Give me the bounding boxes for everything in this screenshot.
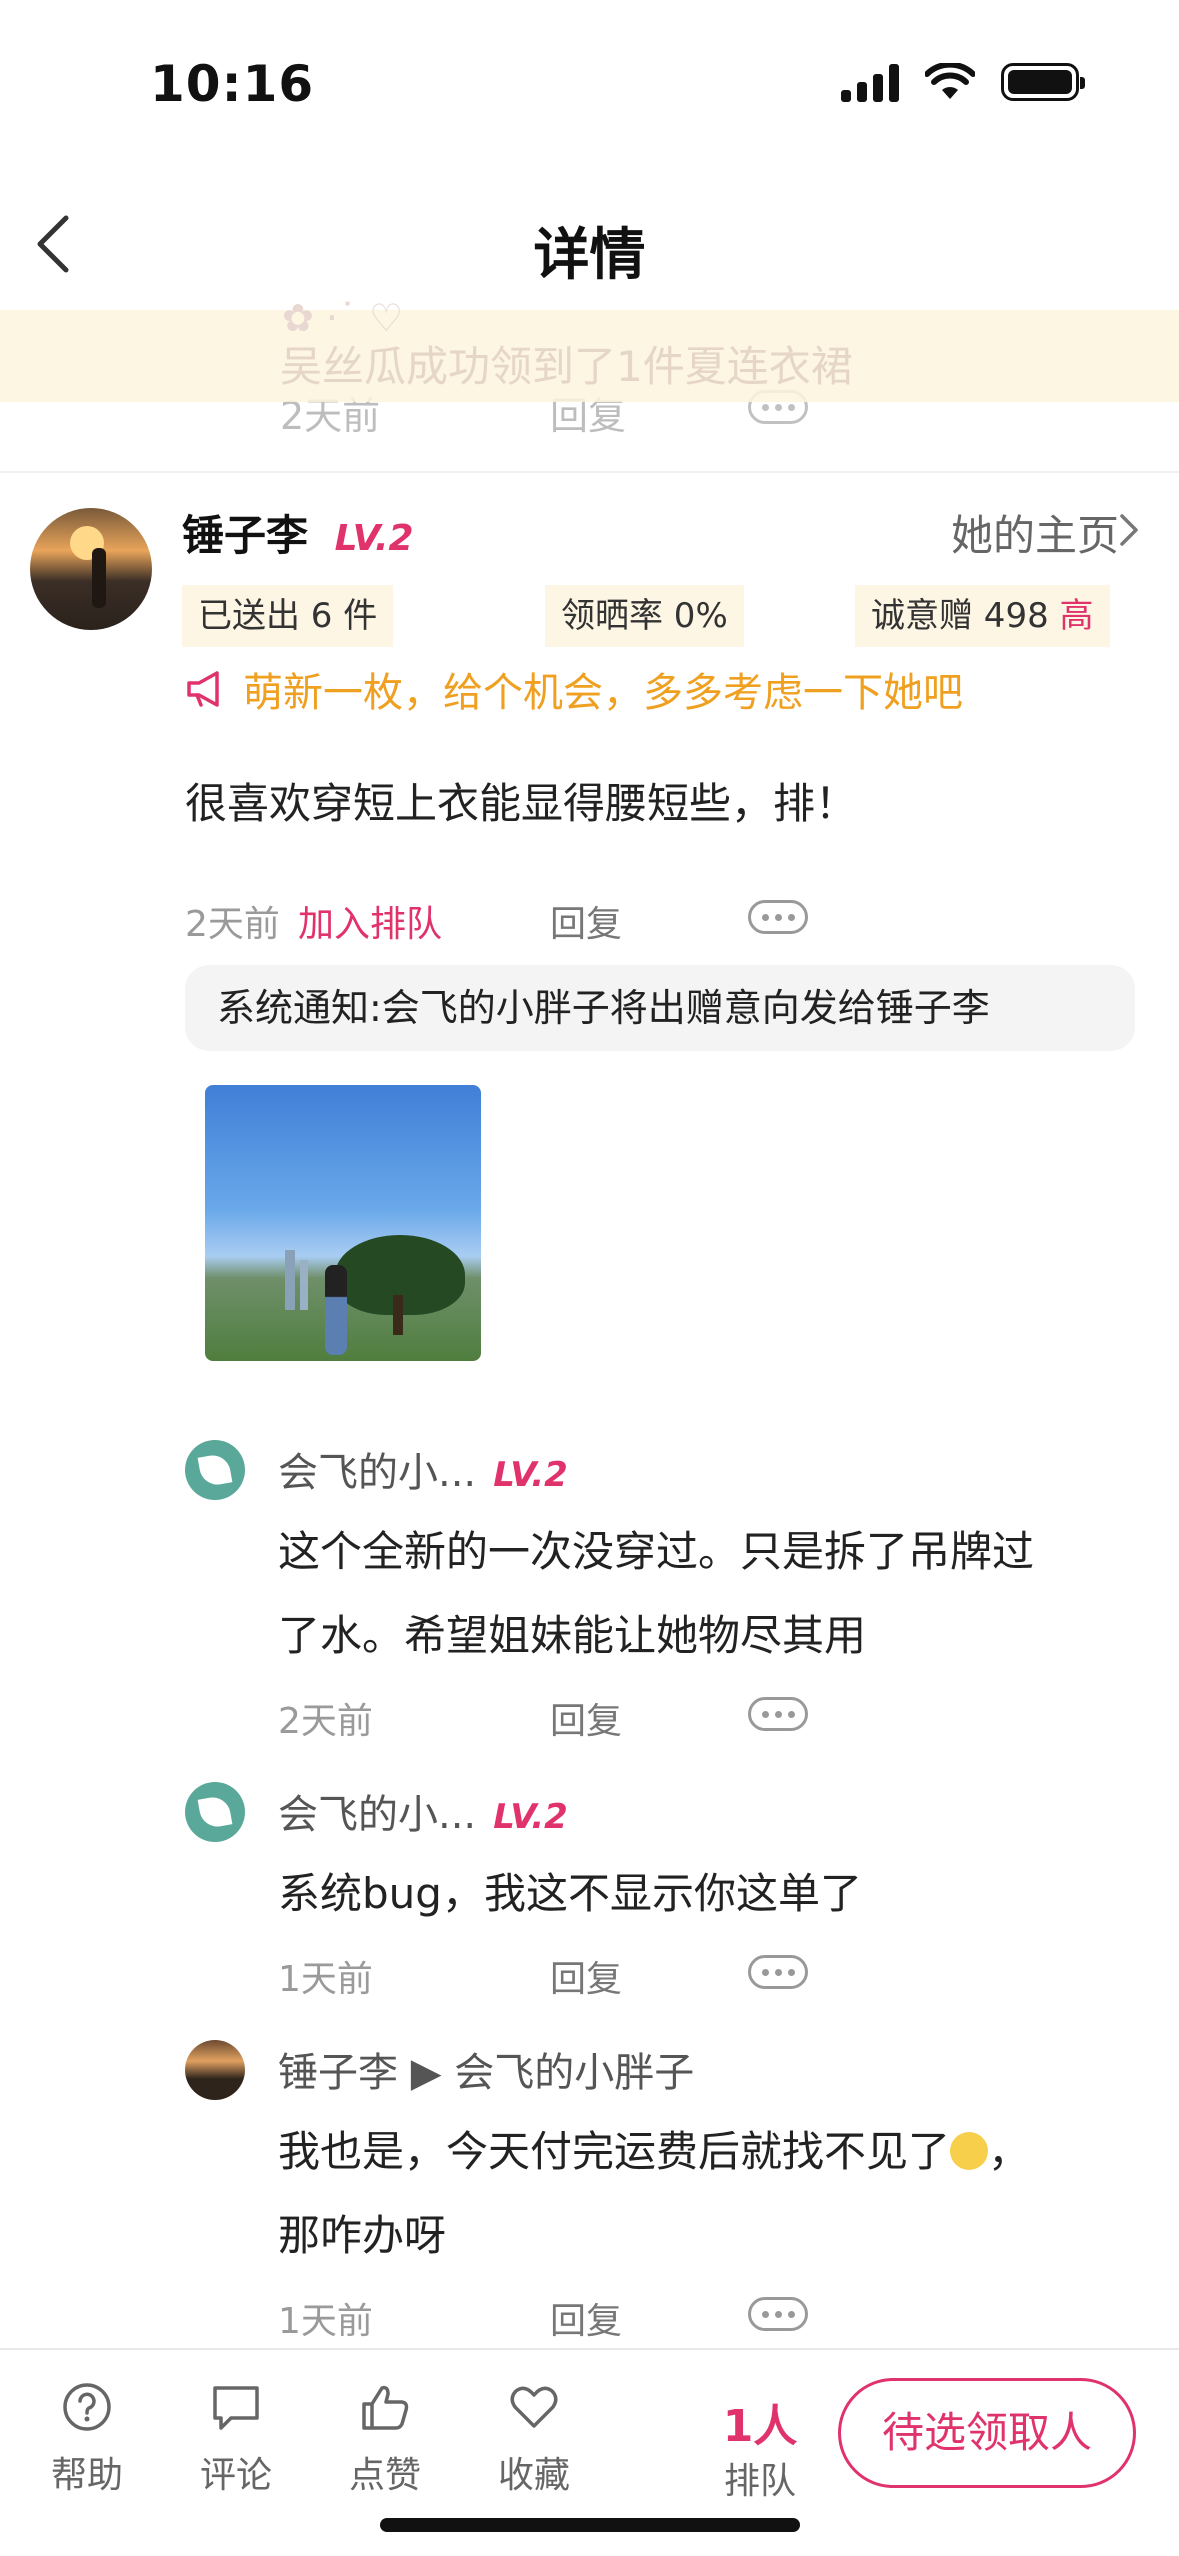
reply-text-line: 这个全新的一次没穿过。只是拆了吊牌过 <box>278 1527 1035 1576</box>
battery-icon <box>1001 63 1085 101</box>
post-text: 很喜欢穿短上衣能显得腰短些，排！ <box>185 779 858 828</box>
queue-count[interactable]: 1人 <box>700 2390 820 2454</box>
heart-icon <box>510 2386 558 2428</box>
reply-text-line: 系统bug，我这不显示你这单了 <box>278 1869 862 1918</box>
reply-button[interactable]: 回复 <box>550 1950 622 2002</box>
help-icon <box>63 2383 111 2431</box>
reply-more-icon[interactable] <box>748 2297 808 2331</box>
reply-author[interactable]: 锤子李 ▶ 会飞的小胖子 <box>278 2040 694 2098</box>
stat-sincerity-level: 高 <box>1059 596 1094 636</box>
tab-help[interactable]: 帮助 <box>27 2380 147 2498</box>
post-author[interactable]: 锤子李 LV.2 <box>182 502 414 563</box>
newbie-hint: 萌新一枚，给个机会，多多考虑一下她吧 <box>185 660 963 718</box>
reply-time: 2天前 <box>278 1701 373 1742</box>
stat-sent: 已送出 6 件 <box>182 585 394 647</box>
join-queue-link[interactable]: 加入排队 <box>298 895 442 947</box>
reply-time: 1天前 <box>278 2301 373 2342</box>
level-badge: LV.2 <box>493 1797 568 1837</box>
reply-button[interactable]: 回复 <box>550 2292 622 2344</box>
stat-share-rate: 领晒率 0% <box>545 585 744 647</box>
bottom-bar-divider <box>0 2348 1179 2350</box>
level-badge: LV.2 <box>334 518 414 559</box>
avatar[interactable] <box>185 1440 245 1500</box>
reply-text-line: 我也是，今天付完运费后就找不见了 ， <box>278 2110 1030 2194</box>
avatar[interactable] <box>30 508 152 630</box>
queue-label[interactable]: 排队 <box>700 2452 820 2504</box>
post-reply-button[interactable]: 回复 <box>550 895 622 947</box>
post-author-name: 锤子李 <box>182 511 309 560</box>
home-indicator <box>380 2518 800 2532</box>
newbie-hint-text: 萌新一枚，给个机会，多多考虑一下她吧 <box>243 670 963 716</box>
reply-author[interactable]: 会飞的小... LV.2 <box>278 1440 568 1498</box>
reply-author-name: 会飞的小... <box>278 1450 477 1496</box>
tab-comment[interactable]: 评论 <box>176 2380 296 2498</box>
cellular-signal-icon <box>841 62 899 102</box>
tab-help-label: 帮助 <box>50 2455 123 2496</box>
reply-author-name: 会飞的小... <box>278 1792 477 1838</box>
tab-comment-label: 评论 <box>199 2455 272 2496</box>
reply-author[interactable]: 会飞的小... LV.2 <box>278 1782 568 1840</box>
post-time: 2天前 <box>185 904 280 945</box>
status-time: 10:16 <box>150 55 315 113</box>
banner-text: 吴丝瓜成功领到了1件夏连衣裙 <box>280 342 853 391</box>
post-photo[interactable] <box>205 1085 481 1361</box>
reply-author-name: 锤子李 <box>278 2050 398 2096</box>
megaphone-icon <box>187 671 219 707</box>
avatar[interactable] <box>185 2040 245 2100</box>
reply-arrow-icon: ▶ <box>410 2050 442 2096</box>
post-more-icon[interactable] <box>748 900 808 934</box>
status-icons <box>841 62 1085 102</box>
stat-sincerity-label: 诚意赠 498 <box>871 596 1049 636</box>
tab-like-label: 点赞 <box>348 2455 421 2496</box>
homepage-link[interactable]: 她的主页 <box>951 502 1119 563</box>
reply-more-icon[interactable] <box>748 1955 808 1989</box>
reply-time: 1天前 <box>278 1959 373 2000</box>
system-notice: 系统通知:会飞的小胖子将出赠意向发给锤子李 <box>185 965 1135 1051</box>
avatar[interactable] <box>185 1782 245 1842</box>
select-recipient-button[interactable]: 待选领取人 <box>838 2378 1136 2488</box>
reply-text-line: 了水。希望姐妹能让她物尽其用 <box>278 1611 867 1660</box>
reply-text-punct: ， <box>988 2127 1031 2176</box>
thumbs-up-icon <box>362 2385 409 2430</box>
tab-favorite-label: 收藏 <box>497 2455 570 2496</box>
tab-like[interactable]: 点赞 <box>325 2380 445 2498</box>
reply-button[interactable]: 回复 <box>550 1692 622 1744</box>
divider <box>0 471 1179 473</box>
tab-favorite[interactable]: 收藏 <box>474 2380 594 2498</box>
reply-text-line: 那咋办呀 <box>278 2211 447 2260</box>
comment-icon <box>213 2386 259 2430</box>
level-badge: LV.2 <box>493 1455 568 1495</box>
stat-sincerity: 诚意赠 498 高 <box>855 585 1110 647</box>
chevron-right-icon[interactable] <box>1117 512 1141 548</box>
reply-more-icon[interactable] <box>748 1697 808 1731</box>
reply-text: 我也是，今天付完运费后就找不见了 <box>278 2127 951 2176</box>
page-title: 详情 <box>533 223 646 288</box>
wifi-icon <box>925 63 975 99</box>
sleepy-emoji-icon <box>950 2132 989 2170</box>
reply-target-name: 会飞的小胖子 <box>454 2050 695 2096</box>
